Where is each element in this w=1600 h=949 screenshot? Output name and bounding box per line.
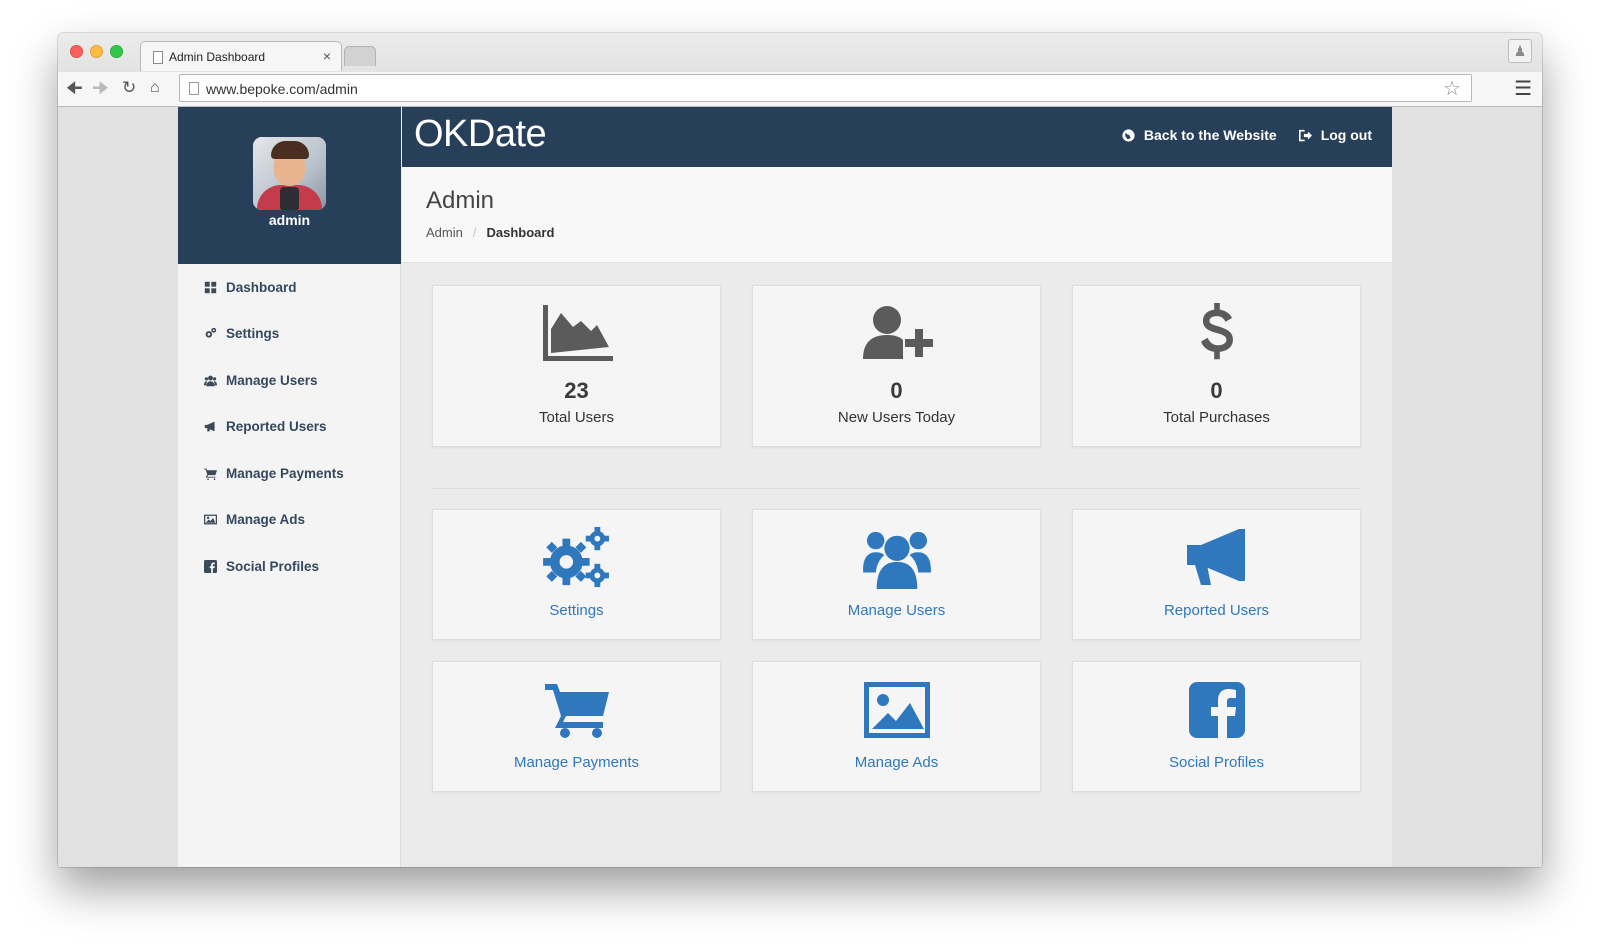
area-chart-icon [433,302,720,364]
breadcrumb-item-admin[interactable]: Admin [426,225,463,240]
sidebar-item-label: Manage Ads [226,512,306,528]
reload-icon[interactable]: ↻ [122,76,136,100]
facebook-icon [203,559,217,573]
stat-label: Total Purchases [1163,409,1270,426]
sidebar-item-manage-ads[interactable]: Manage Ads [178,497,401,544]
sidebar-item-label: Manage Payments [226,465,344,481]
users-icon [753,526,1040,590]
browser-tab[interactable]: Admin Dashboard × [140,41,342,71]
home-icon[interactable]: ⌂ [150,76,160,100]
tab-title: Admin Dashboard [169,50,266,64]
sidebar-profile: admin [178,107,401,264]
nav-card-label: Manage Ads [854,754,939,771]
gears-icon [433,526,720,590]
gears-icon [203,327,217,341]
stat-card-total-purchases: 0 Total Purchases [1072,285,1361,447]
address-bar[interactable]: www.bepoke.com/admin ☆ [179,74,1472,102]
back-arrow-icon[interactable]: 🠈 [66,76,83,100]
browser-toolbar: 🠈 🠊 ↻ ⌂ www.bepoke.com/admin ☆ ☰ [58,72,1542,106]
sidebar-item-settings[interactable]: Settings [178,311,401,358]
nav-card-label: Manage Users [847,602,946,619]
facebook-icon [1073,678,1360,742]
browser-chrome: Admin Dashboard × ♟ 🠈 🠊 ↻ ⌂ www.bepoke.c… [58,33,1542,107]
sidebar-item-label: Social Profiles [226,558,320,574]
nav-card-reported-users[interactable]: Reported Users [1072,509,1361,640]
back-to-website-link[interactable]: Back to the Website [1122,127,1277,143]
sidebar-item-manage-payments[interactable]: Manage Payments [178,450,401,497]
logout-link[interactable]: Log out [1298,127,1372,143]
breadcrumb: Admin / Dashboard [426,225,554,240]
address-url[interactable]: www.bepoke.com/admin [206,81,358,97]
dollar-icon [1073,302,1360,364]
globe-icon [1122,128,1135,142]
nav-card-manage-users[interactable]: Manage Users [752,509,1041,640]
page-header: Admin Admin / Dashboard [402,167,1392,263]
page-icon [153,51,163,64]
bookmark-star-icon[interactable]: ☆ [1443,76,1461,101]
stat-value: 23 [564,378,589,403]
sidebar-item-label: Manage Users [226,372,318,388]
stat-card-new-users-today: 0 New Users Today [752,285,1041,447]
minimize-window-button[interactable] [90,45,103,58]
cart-icon [203,466,217,480]
image-icon [203,513,217,527]
nav-card-label: Social Profiles [1168,754,1265,771]
image-icon [753,678,1040,742]
stat-card-total-users: 23 Total Users [432,285,721,447]
sidebar-item-dashboard[interactable]: Dashboard [178,264,401,311]
back-to-website-label: Back to the Website [1143,127,1277,143]
sidebar: admin Dashboard Settings Manage Users Re… [178,107,401,867]
sidebar-item-label: Dashboard [226,279,297,295]
top-navbar: OKDate Back to the Website Log out [402,107,1392,167]
browser-window: Admin Dashboard × ♟ 🠈 🠊 ↻ ⌂ www.bepoke.c… [58,33,1542,867]
logout-label: Log out [1320,127,1372,143]
tab-close-icon[interactable]: × [323,48,331,64]
sidebar-item-label: Settings [226,326,280,342]
brand-logo[interactable]: OKDate [414,113,547,156]
maximize-window-button[interactable] [110,45,123,58]
admin-app: admin Dashboard Settings Manage Users Re… [178,107,1392,867]
users-icon [203,373,217,387]
nav-card-label: Settings [549,602,604,619]
breadcrumb-separator: / [472,225,477,240]
stat-label: Total Users [538,409,615,426]
sidebar-item-label: Reported Users [226,419,327,435]
new-tab-button[interactable] [344,46,376,66]
page-icon [189,82,199,95]
nav-card-label: Manage Payments [513,754,640,771]
sidebar-nav: Dashboard Settings Manage Users Reported… [178,264,401,590]
stat-value: 0 [1210,378,1223,403]
section-divider [432,488,1361,489]
page-viewport: admin Dashboard Settings Manage Users Re… [58,107,1542,867]
stat-value: 0 [890,378,903,403]
nav-card-label: Reported Users [1163,602,1270,619]
nav-card-manage-payments[interactable]: Manage Payments [432,661,721,792]
logout-icon [1298,129,1312,141]
megaphone-icon [203,420,217,434]
stat-label: New Users Today [837,409,956,426]
sidebar-item-reported-users[interactable]: Reported Users [178,404,401,451]
sidebar-item-manage-users[interactable]: Manage Users [178,357,401,404]
page-title: Admin [426,187,495,214]
dashboard-icon [203,280,217,294]
nav-card-settings[interactable]: Settings [432,509,721,640]
sidebar-username: admin [268,212,311,228]
megaphone-icon [1073,526,1360,590]
sidebar-item-social-profiles[interactable]: Social Profiles [178,543,401,590]
top-links: Back to the Website Log out [1100,127,1372,143]
breadcrumb-item-dashboard: Dashboard [486,225,555,240]
nav-card-social-profiles[interactable]: Social Profiles [1072,661,1361,792]
close-window-button[interactable] [70,45,83,58]
user-plus-icon [753,302,1040,364]
forward-arrow-icon[interactable]: 🠊 [92,76,109,100]
avatar[interactable] [253,137,326,210]
cart-icon [433,678,720,742]
nav-card-manage-ads[interactable]: Manage Ads [752,661,1041,792]
browser-menu-icon[interactable]: ☰ [1514,76,1532,101]
profile-icon[interactable]: ♟ [1508,39,1532,63]
dashboard-content: 23 Total Users 0 New Users Today 0 Total… [402,264,1392,867]
